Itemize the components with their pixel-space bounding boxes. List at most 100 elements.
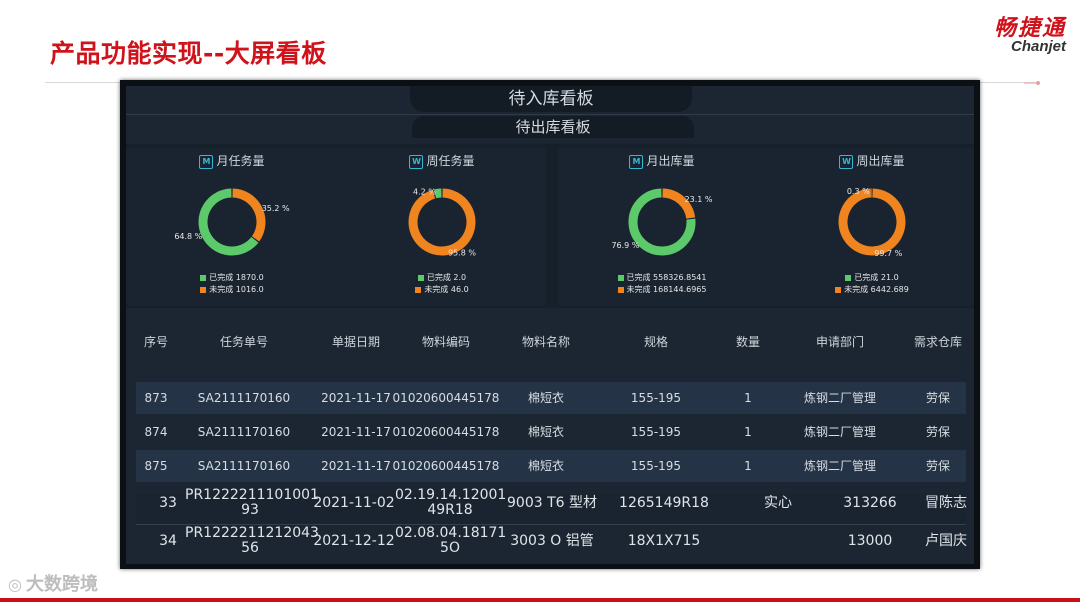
- column-header[interactable]: 序号: [131, 318, 181, 366]
- column-header[interactable]: 规格: [601, 318, 711, 366]
- overlay-cell-line: 2021-11-02: [313, 495, 395, 511]
- overlay-cell: PR1222211101001 93: [185, 487, 319, 518]
- table-cell: 1: [744, 391, 752, 405]
- legend-text: 未完成 46.0: [424, 285, 469, 294]
- overlay-cell-line: 冒陈志: [925, 495, 967, 511]
- table-row[interactable]: 874 SA2111170160 2021-11-17 01020600445178 棉…: [136, 416, 966, 448]
- table-cell: 棉短衣: [527, 391, 564, 405]
- donut-label-completed: 76.9 %: [611, 241, 639, 250]
- legend-swatch: [417, 274, 424, 281]
- table-cell: 炼钢二厂管理: [803, 391, 876, 405]
- donut-chart: 95.8 % 4.2 %: [408, 187, 476, 258]
- table-cell: 155-195: [630, 425, 682, 439]
- legend-swatch: [845, 274, 852, 281]
- table-cell: SA2111170160: [197, 391, 291, 405]
- legend-text: 已完成 21.0: [854, 273, 899, 282]
- overlay-cell-line: 5O: [440, 540, 460, 556]
- legend-completed: 已完成 558326.8541: [572, 272, 752, 284]
- overlay-cell: 1265149R18: [609, 496, 719, 511]
- column-header[interactable]: 需求仓库: [908, 318, 968, 366]
- chanjet-logo: 畅捷通 Chanjet: [948, 4, 1072, 60]
- overlay-cell-line: PR1222211212043: [185, 525, 319, 541]
- legend-pending: 未完成 6442.689: [782, 284, 962, 296]
- column-header[interactable]: 物料名称: [501, 318, 591, 366]
- gauge-legend: 已完成 1870.0 未完成 1016.0: [142, 272, 322, 296]
- table-cell: 873: [144, 391, 168, 405]
- tab-divider: [126, 114, 974, 115]
- gauge-title-text: 月任务量: [216, 154, 265, 168]
- overlay-cell-line: 02.19.14.12001: [395, 487, 507, 503]
- donut-slice-pending: [408, 188, 476, 256]
- column-header[interactable]: 申请部门: [780, 318, 900, 366]
- watermark: ◎ 大数跨境: [8, 570, 98, 596]
- table-cell: 棉短衣: [527, 425, 564, 439]
- donut-label-pending: 95.8 %: [448, 249, 476, 258]
- calendar-icon: M: [199, 154, 214, 169]
- table-cell: SA2111170160: [197, 459, 291, 473]
- overlay-cell-line: 3003 O 铝管: [510, 533, 594, 549]
- overlay-cell-line: 02.08.04.18171: [395, 525, 507, 541]
- overlay-cell-line: 9003 T6 型材: [507, 495, 597, 511]
- gauge-title: W 周出库量: [782, 152, 962, 169]
- overlay-cell: 02.19.14.12001 49R18: [395, 487, 507, 518]
- calendar-icon: M: [629, 154, 644, 169]
- gauge-title-text: 周任务量: [426, 154, 475, 168]
- donut-chart: 99.7 % 0.3 %: [838, 187, 906, 258]
- legend-text: 已完成 2.0: [426, 273, 467, 282]
- calendar-icon: W: [839, 154, 854, 169]
- legend-pending: 未完成 168144.6965: [572, 284, 752, 296]
- overlay-cell: 9003 T6 型材: [497, 496, 607, 511]
- legend-swatch: [835, 286, 842, 293]
- gauge-title: M 月出库量: [572, 152, 752, 169]
- gauge-title: M 月任务量: [142, 152, 322, 169]
- column-header[interactable]: 物料编码: [386, 318, 506, 366]
- table-cell: 875: [144, 459, 168, 473]
- gauge-title-text: 周出库量: [856, 154, 905, 168]
- legend-text: 未完成 168144.6965: [626, 285, 707, 294]
- slide-title: 产品功能实现--大屏看板: [50, 39, 327, 68]
- table-cell: 01020600445178: [392, 459, 500, 473]
- gauge-monthly-task: M 月任务量 35.2 % 64.8 % 已完成 1870.0 未完成 1016.0: [142, 148, 322, 298]
- legend-completed: 已完成 1870.0: [142, 272, 322, 284]
- overlay-cell: PR1222211212043 56: [185, 525, 319, 556]
- table-cell: 01020600445178: [392, 391, 500, 405]
- gauge-legend: 已完成 2.0 未完成 46.0: [352, 272, 532, 296]
- table-cell: 155-195: [630, 459, 682, 473]
- column-header[interactable]: 任务单号: [184, 318, 304, 366]
- donut-label-completed: 64.8 %: [174, 232, 202, 241]
- table-cell: 01020600445178: [386, 366, 506, 374]
- overlay-cell-line: 313266: [843, 495, 897, 511]
- table-row[interactable]: 873 SA2111170160 2021-11-17 01020600445178 棉…: [136, 382, 966, 414]
- table-cell: 炼钢二厂管理: [803, 459, 876, 473]
- table-cell: 1: [744, 459, 752, 473]
- overlay-cell-line: 实心: [764, 495, 792, 511]
- column-header[interactable]: 数量: [728, 318, 768, 366]
- overlay-cell: 2021-12-12: [309, 534, 399, 549]
- gauge-legend: 已完成 558326.8541 未完成 168144.6965: [572, 272, 752, 296]
- legend-swatch: [200, 286, 207, 293]
- overlay-cell: 2021-11-02: [309, 496, 399, 511]
- overlay-cell-line: PR1222211101001: [185, 487, 319, 503]
- overlay-cell-line: 93: [241, 502, 259, 518]
- gauge-title: W 周任务量: [352, 152, 532, 169]
- donut-slice-pending: [838, 188, 906, 256]
- tab-inbound-board[interactable]: 待入库看板: [410, 86, 692, 112]
- overlay-cell: 实心: [758, 496, 798, 511]
- table-cell: 155-195: [601, 366, 711, 374]
- table-cell: 1: [744, 425, 752, 439]
- overlay-row-34: 34 PR1222211212043 56 2021-12-12 02.08.04.18…: [136, 525, 967, 562]
- donut-label-pending: 23.1 %: [685, 195, 713, 204]
- tab-outbound-board[interactable]: 待出库看板: [412, 116, 694, 138]
- table-cell: 劳保: [925, 391, 950, 405]
- table-row[interactable]: 875 SA2111170160 2021-11-17 01020600445178 棉…: [136, 450, 966, 482]
- table-cell: 劳保: [925, 459, 950, 473]
- donut-label-completed: 0.3 %: [847, 187, 870, 196]
- table-cell: 棉短衣: [501, 366, 591, 374]
- table-cell: SA2111170160: [184, 366, 304, 374]
- legend-pending: 未完成 46.0: [352, 284, 532, 296]
- table-cell: 01020600445178: [392, 425, 500, 439]
- table-cell: 155-195: [630, 391, 682, 405]
- table-header: 序号 任务单号 单据日期 物料编码 物料名称 规格 数量 申请部门 需求仓库: [126, 318, 974, 366]
- gauge-monthly-outbound: M 月出库量 23.1 % 76.9 % 已完成 558326.8541 未完成 1681…: [572, 148, 752, 298]
- overlay-cell-line: 1265149R18: [619, 495, 709, 511]
